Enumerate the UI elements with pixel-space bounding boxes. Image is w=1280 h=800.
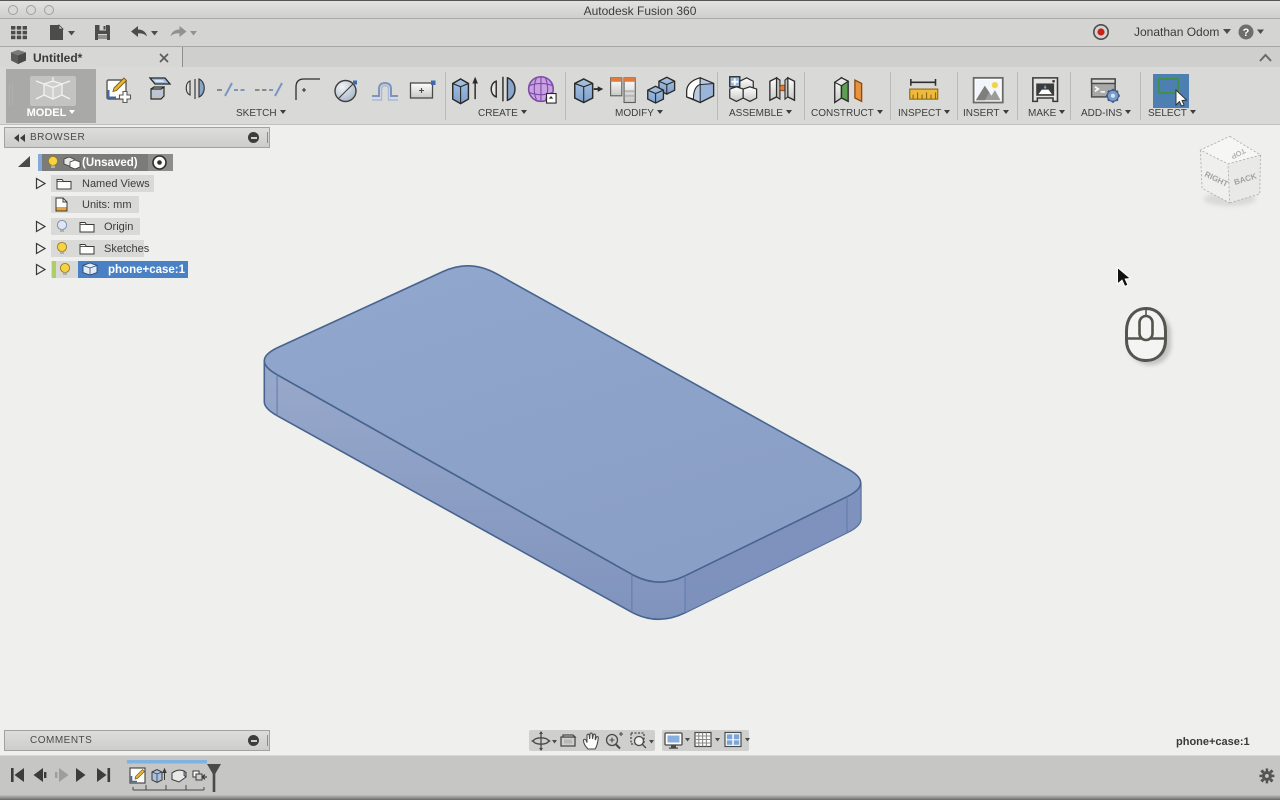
svg-text:?: ? (1243, 27, 1250, 39)
